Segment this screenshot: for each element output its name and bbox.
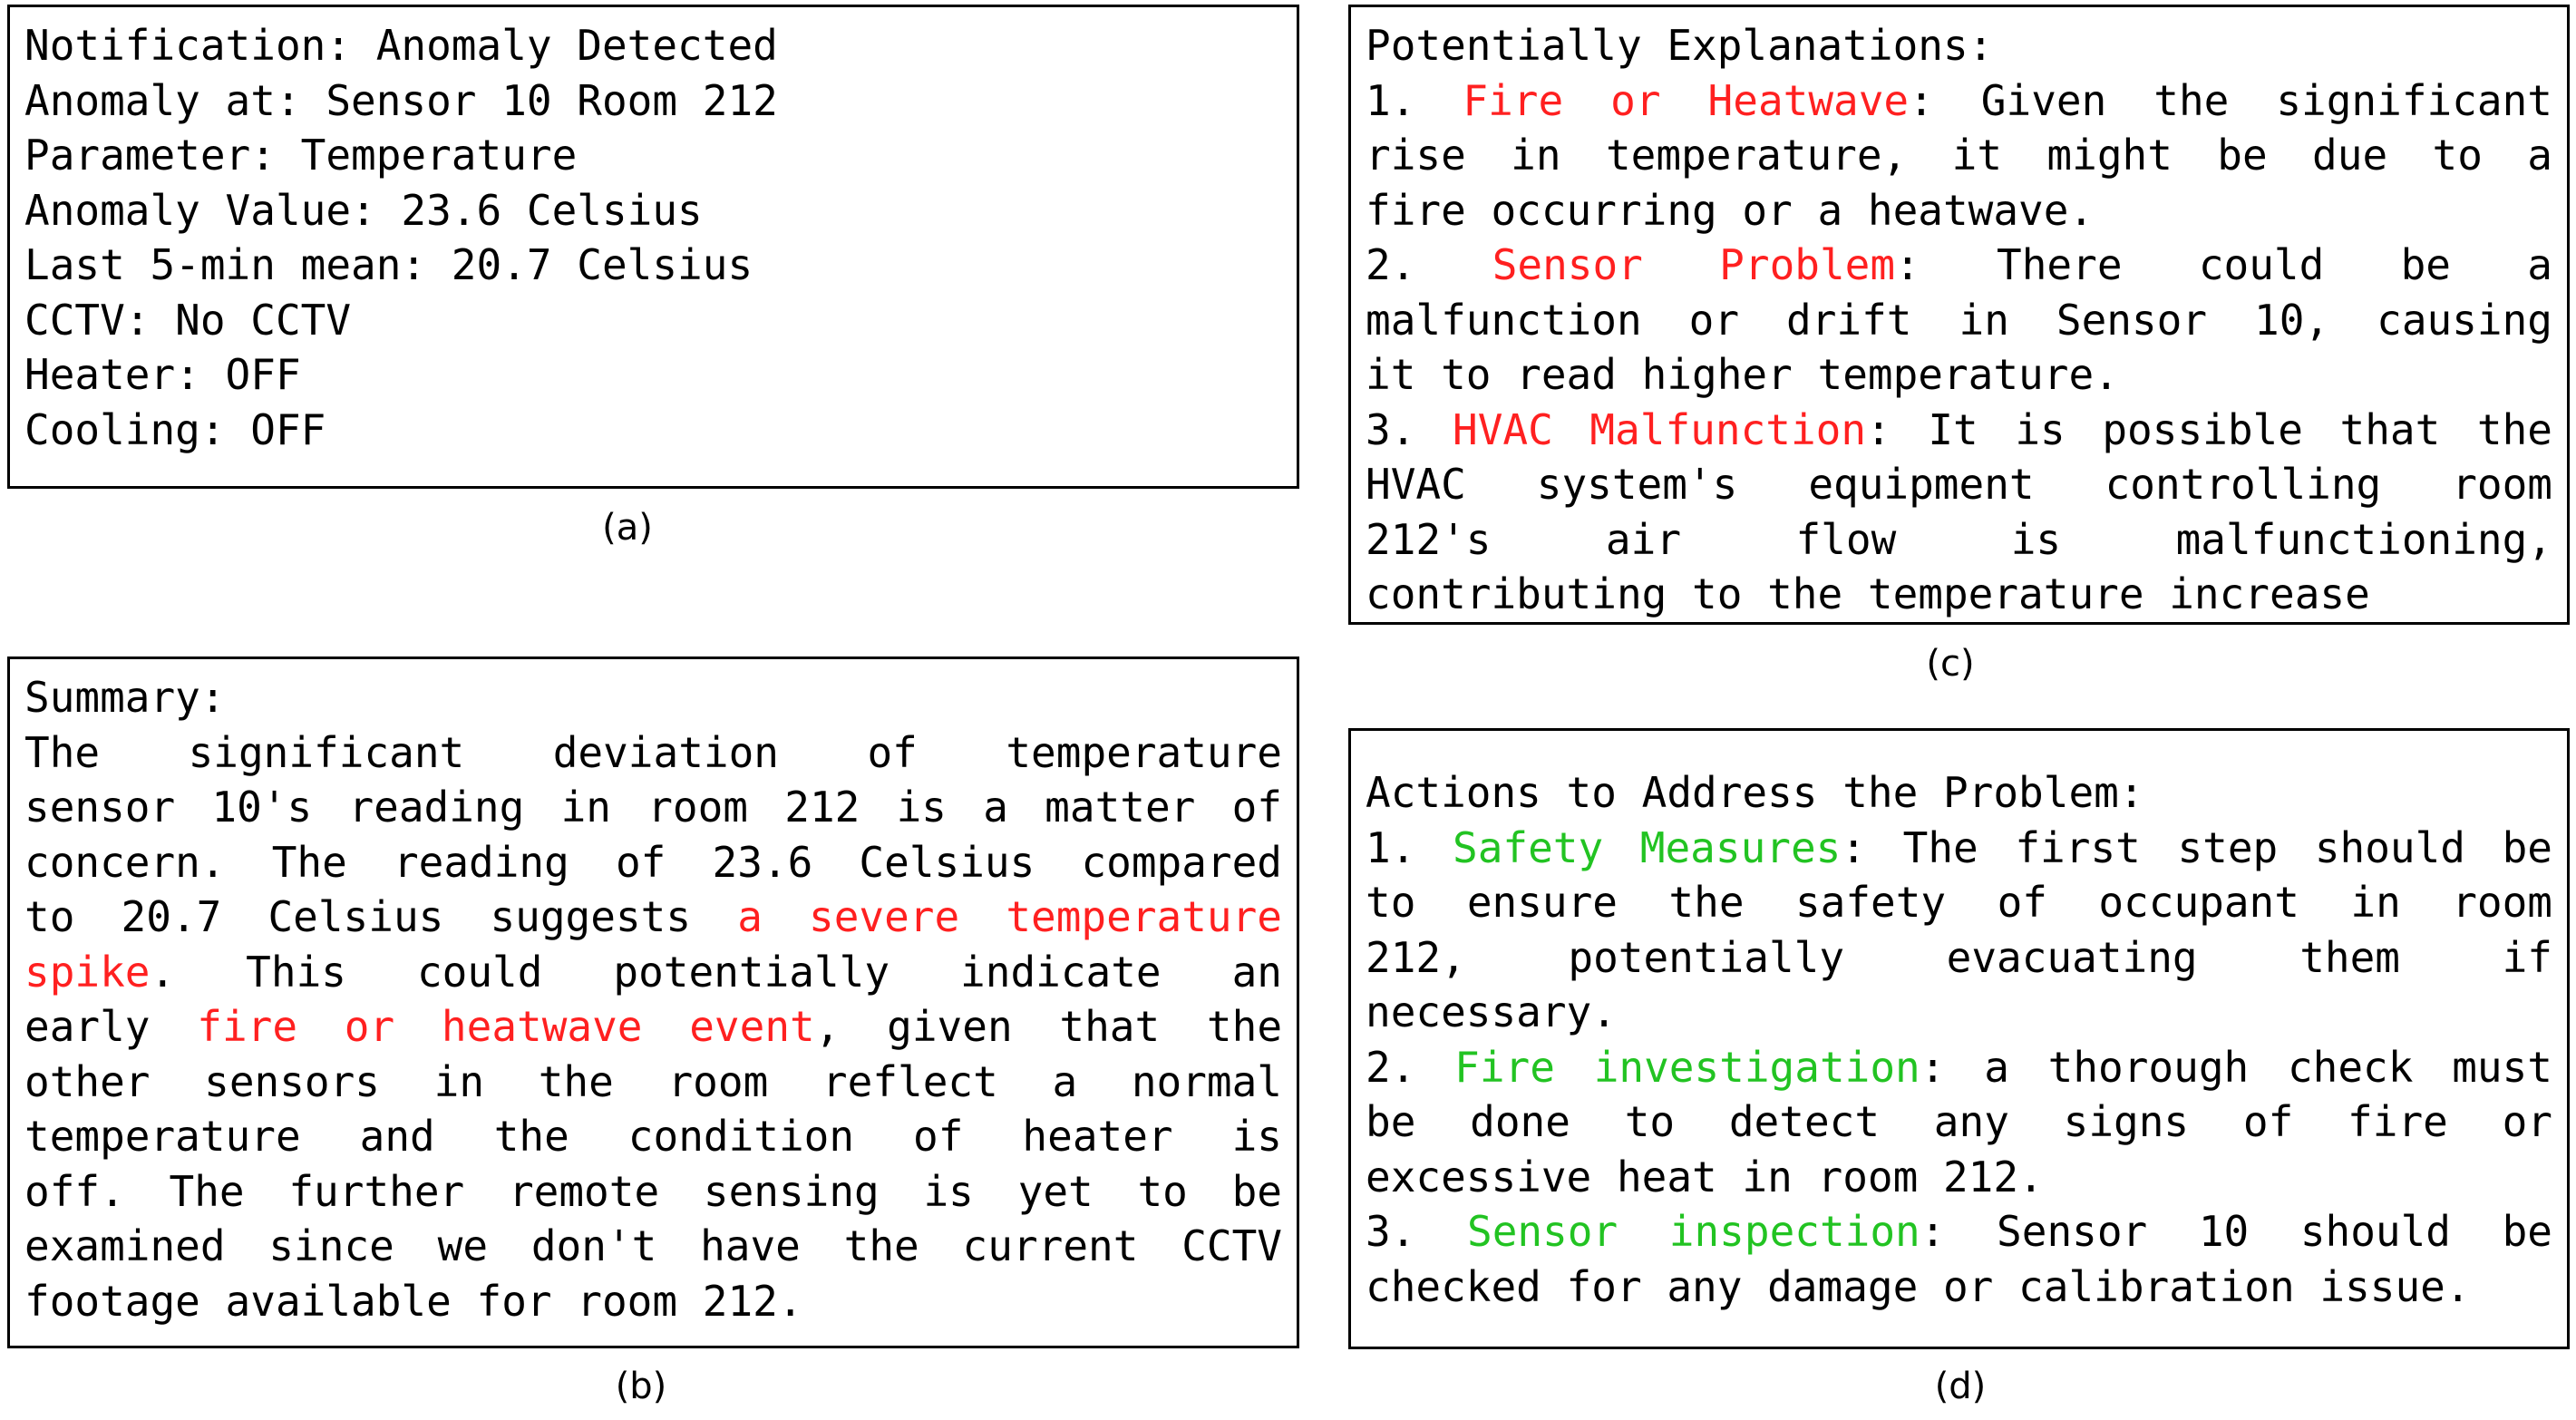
summary-text: . This could potentially indicate an xyxy=(150,947,1282,997)
summary-line: footage available for room 212. xyxy=(24,1276,803,1326)
explanation-line: 2. Sensor Problem: There could be a xyxy=(1366,238,2552,293)
cctv-line: CCTV: No CCTV xyxy=(24,295,352,345)
action-line: to ensure the safety of occupant in room xyxy=(1366,878,2552,927)
explanation-line: fire occurring or a heatwave. xyxy=(1366,185,2095,235)
summary-text: early xyxy=(24,1002,151,1051)
anomaly-location: Anomaly at: Sensor 10 Room 212 xyxy=(24,75,778,125)
hvac-malfunction-title: HVAC Malfunction xyxy=(1453,404,1867,454)
item-number: 1. xyxy=(1366,822,1416,872)
explanation-line: malfunction or drift in Sensor 10, causi… xyxy=(1366,295,2552,345)
explanation-text: : It is possible that the xyxy=(1866,404,2553,454)
actions-panel: Actions to Address the Problem: 1. Safet… xyxy=(1348,728,2570,1349)
actions-heading: Actions to Address the Problem: xyxy=(1366,768,2144,817)
fire-heatwave-title: Fire or Heatwave xyxy=(1463,75,1910,125)
heater-line: Heater: OFF xyxy=(24,350,301,399)
severe-spike-highlight: a severe temperature xyxy=(737,892,1282,941)
explanation-line: HVAC system's equipment controlling room xyxy=(1366,460,2552,509)
anomaly-value-line: Anomaly Value: 23.6 Celsius xyxy=(24,185,703,235)
item-number: 3. xyxy=(1366,404,1416,454)
sensor-inspection-title: Sensor inspection xyxy=(1467,1207,1920,1256)
action-text: : The first step should be xyxy=(1841,822,2552,872)
explanations-panel: Potentially Explanations: 1. Fire or Hea… xyxy=(1348,5,2570,625)
explanation-line: 1. Fire or Heatwave: Given the significa… xyxy=(1366,73,2552,129)
explanation-text: : There could be a xyxy=(1895,240,2552,289)
summary-text: to 20.7 Celsius suggests xyxy=(24,892,692,941)
explanation-line: contributing to the temperature increase xyxy=(1366,569,2370,618)
item-number: 1. xyxy=(1366,75,1416,125)
item-number: 3. xyxy=(1366,1207,1416,1256)
summary-line: to 20.7 Celsius suggests a severe temper… xyxy=(24,890,1282,945)
explanations-heading: Potentially Explanations: xyxy=(1366,21,1994,70)
safety-measures-title: Safety Measures xyxy=(1453,822,1842,872)
summary-line: other sensors in the room reflect a norm… xyxy=(24,1056,1282,1106)
caption-d: (d) xyxy=(1934,1366,1987,1407)
explanation-line: 3. HVAC Malfunction: It is possible that… xyxy=(1366,403,2552,458)
summary-line: early fire or heatwave event, given that… xyxy=(24,999,1282,1055)
explanation-line: rise in temperature, it might be due to … xyxy=(1366,131,2552,180)
notification-panel: Notification: Anomaly Detected Anomaly a… xyxy=(7,5,1299,489)
summary-line: temperature and the condition of heater … xyxy=(24,1112,1282,1161)
item-number: 2. xyxy=(1366,1042,1416,1092)
action-line: 3. Sensor inspection: Sensor 10 should b… xyxy=(1366,1204,2552,1260)
action-line: 212, potentially evacuating them if xyxy=(1366,932,2552,982)
parameter-line: Parameter: Temperature xyxy=(24,131,578,180)
caption-a: (a) xyxy=(602,507,653,549)
summary-heading: Summary: xyxy=(24,673,226,722)
action-line: be done to detect any signs of fire or xyxy=(1366,1097,2552,1146)
fire-event-highlight: fire or heatwave event xyxy=(197,1002,815,1051)
summary-line: examined since we don't have the current… xyxy=(24,1221,1282,1270)
action-line: necessary. xyxy=(1366,987,1617,1036)
cooling-line: Cooling: OFF xyxy=(24,404,326,454)
summary-line: sensor 10's reading in room 212 is a mat… xyxy=(24,783,1282,832)
summary-panel: Summary: The significant deviation of te… xyxy=(7,657,1299,1348)
summary-line: concern. The reading of 23.6 Celsius com… xyxy=(24,837,1282,887)
explanation-line: it to read higher temperature. xyxy=(1366,350,2119,399)
explanation-text: : Given the significant xyxy=(1909,75,2552,125)
summary-line: off. The further remote sensing is yet t… xyxy=(24,1166,1282,1216)
summary-line: spike. This could potentially indicate a… xyxy=(24,945,1282,1000)
notification-title: Notification: Anomaly Detected xyxy=(24,21,778,70)
caption-b: (b) xyxy=(615,1366,667,1407)
action-line: checked for any damage or calibration is… xyxy=(1366,1261,2471,1311)
action-text: : Sensor 10 should be xyxy=(1920,1207,2552,1256)
spike-highlight: spike xyxy=(24,947,151,997)
explanation-line: 212's air flow is malfunctioning, xyxy=(1366,514,2552,564)
summary-line: The significant deviation of temperature xyxy=(24,727,1282,777)
action-line: 1. Safety Measures: The first step shoul… xyxy=(1366,821,2552,876)
sensor-problem-title: Sensor Problem xyxy=(1492,240,1896,289)
last-mean-line: Last 5-min mean: 20.7 Celsius xyxy=(24,240,753,289)
action-text: : a thorough check must xyxy=(1920,1042,2552,1092)
item-number: 2. xyxy=(1366,240,1416,289)
caption-c: (c) xyxy=(1926,643,1975,685)
fire-investigation-title: Fire investigation xyxy=(1454,1042,1920,1092)
summary-text: , given that the xyxy=(814,1002,1283,1051)
action-line: 2. Fire investigation: a thorough check … xyxy=(1366,1040,2552,1095)
action-line: excessive heat in room 212. xyxy=(1366,1152,2044,1201)
